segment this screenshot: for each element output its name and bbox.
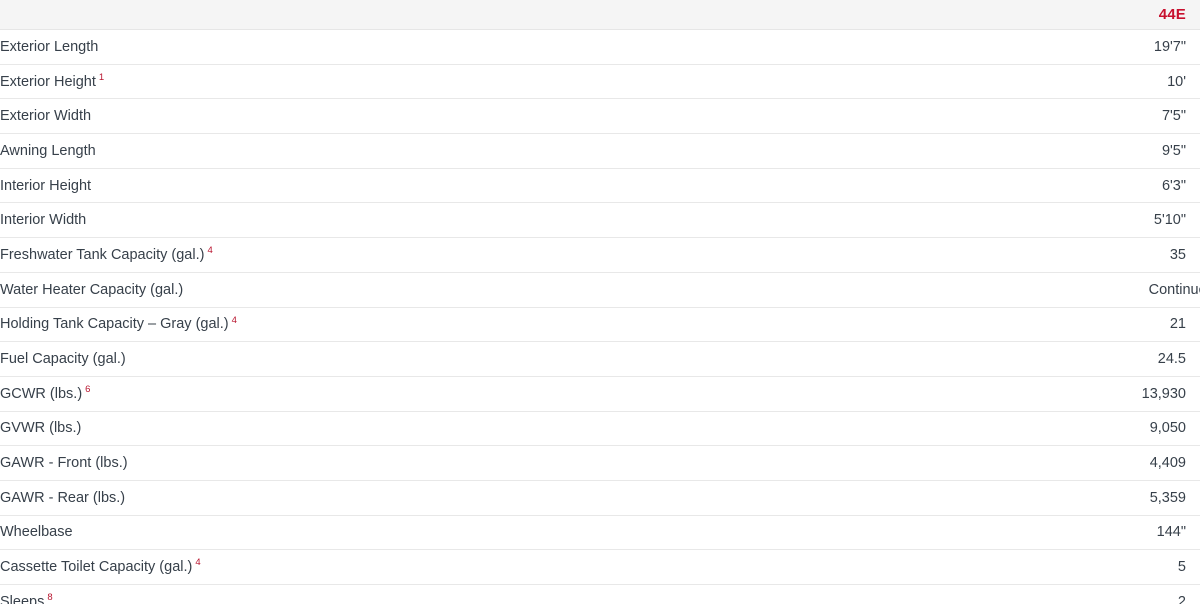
table-row: Exterior Length 19'7" (0, 29, 1200, 65)
spec-value-text: 9,050 (1149, 420, 1186, 437)
spec-label-cell: Water Heater Capacity (gal.) (0, 272, 1000, 308)
spec-label-cell: Exterior Height 1 (0, 64, 1000, 100)
spec-label-cell: Wheelbase (0, 515, 1000, 551)
table-header: 44E (0, 0, 1200, 30)
table-body: Exterior Length 19'7" Exterior Height 1 10' E… (0, 29, 1200, 604)
spec-value-cell: 6'3" (1000, 168, 1200, 204)
spec-label-text: GAWR - Front (lbs.) (0, 455, 128, 472)
spec-label-cell: Interior Width (0, 202, 1000, 239)
table-row: Awning Length 9'5" (0, 133, 1200, 169)
spec-label-text: Holding Tank Capacity – Gray (gal.) (0, 316, 229, 333)
spec-label-cell: Freshwater Tank Capacity (gal.) 4 (0, 237, 1000, 273)
spec-label-cell: Fuel Capacity (gal.) (0, 341, 1000, 377)
spec-value-text: 5 (1177, 559, 1186, 576)
spec-value-cell: 21 (1000, 307, 1200, 343)
spec-label-cell: Exterior Width (0, 98, 1000, 135)
spec-value-cell: 9'5" (1000, 133, 1200, 169)
spec-label-cell: Cassette Toilet Capacity (gal.) 4 (0, 549, 1000, 585)
spec-label-cell: Sleeps 8 (0, 584, 1000, 604)
spec-value-text: 6'3" (1161, 177, 1186, 194)
spec-value-cell: 9,050 (1000, 411, 1200, 447)
spec-value-cell: 35 (1000, 237, 1200, 273)
spec-label-text: GVWR (lbs.) (0, 420, 82, 437)
spec-name-column-header (0, 0, 1000, 30)
spec-value-text: 21 (1169, 316, 1186, 333)
spec-label-cell: Interior Height (0, 168, 1000, 204)
spec-label-text: GCWR (lbs.) (0, 385, 83, 402)
spec-label-text: GAWR - Rear (lbs.) (0, 489, 126, 506)
spec-value-text: 5'10" (1153, 212, 1186, 229)
spec-label-cell: Exterior Length (0, 29, 1000, 65)
spec-value-cell: 24.5 (1000, 341, 1200, 377)
specifications-table-viewport: 44E Exterior Length 19'7" Exterior Height 1… (0, 0, 1200, 604)
spec-value-text: 7'5" (1161, 108, 1186, 125)
spec-value-text: 13,930 (1141, 385, 1186, 402)
spec-label-text: Exterior Height (0, 73, 96, 90)
footnote-marker: 4 (207, 245, 213, 257)
spec-value-text: Continuous (1148, 281, 1200, 298)
table-row: GAWR - Rear (lbs.) 5,359 (0, 480, 1200, 516)
spec-value-text: 9'5" (1161, 142, 1186, 159)
spec-label-text: Freshwater Tank Capacity (gal.) (0, 246, 205, 263)
table-header-row: 44E (0, 0, 1200, 30)
spec-value-text: 4,409 (1149, 455, 1186, 472)
table-row: GCWR (lbs.) 6 13,930 (0, 376, 1200, 412)
spec-label-text: Awning Length (0, 142, 96, 159)
footnote-marker: 4 (231, 314, 237, 326)
spec-value-text: 5,359 (1149, 489, 1186, 506)
spec-label-text: Sleeps (0, 593, 45, 604)
spec-label-text: Cassette Toilet Capacity (gal.) (0, 559, 193, 576)
spec-value-cell: 19'7" (1000, 29, 1200, 65)
footnote-marker: 4 (195, 557, 201, 569)
spec-value-text: 35 (1169, 246, 1186, 263)
spec-label-cell: GAWR - Front (lbs.) (0, 445, 1000, 481)
table-row: Exterior Height 1 10' (0, 64, 1200, 100)
spec-value-text: 24.5 (1157, 351, 1186, 368)
spec-value-cell: 7'5" (1000, 98, 1200, 135)
table-row: Freshwater Tank Capacity (gal.) 4 35 (0, 237, 1200, 273)
footnote-marker: 8 (47, 592, 53, 604)
spec-value-cell: 13,930 (1000, 376, 1200, 412)
spec-label-text: Water Heater Capacity (gal.) (0, 281, 184, 298)
spec-value-text: 10' (1167, 73, 1186, 90)
spec-value-text: 19'7" (1153, 38, 1186, 55)
table-row: GAWR - Front (lbs.) 4,409 (0, 445, 1200, 481)
spec-label-cell: GVWR (lbs.) (0, 411, 1000, 447)
footnote-marker: 1 (98, 71, 105, 83)
spec-label-cell: Awning Length (0, 133, 1000, 169)
table-row: GVWR (lbs.) 9,050 (0, 411, 1200, 447)
table-row: Wheelbase 144" (0, 515, 1200, 551)
model-column-header: 44E (1000, 0, 1200, 30)
spec-label-cell: GCWR (lbs.) 6 (0, 376, 1000, 412)
spec-value-cell: 2 (1000, 584, 1200, 604)
spec-value-text: 2 (1177, 593, 1186, 604)
table-row: Fuel Capacity (gal.) 24.5 (0, 341, 1200, 377)
spec-label-text: Wheelbase (0, 524, 73, 541)
spec-label-cell: GAWR - Rear (lbs.) (0, 480, 1000, 516)
specifications-table: 44E Exterior Length 19'7" Exterior Height 1… (0, 0, 1200, 604)
footnote-marker: 6 (85, 383, 91, 395)
spec-value-cell: 5 (1000, 549, 1200, 585)
spec-value-cell: Continuous (1000, 272, 1200, 308)
spec-label-text: Exterior Length (0, 38, 99, 55)
spec-value-cell: 5'10" (1000, 202, 1200, 239)
table-row: Interior Height 6'3" (0, 168, 1200, 204)
table-row: Interior Width 5'10" (0, 202, 1200, 239)
table-row: Exterior Width 7'5" (0, 98, 1200, 135)
spec-value-cell: 144" (1000, 515, 1200, 551)
table-row: Water Heater Capacity (gal.) Continuous (0, 272, 1200, 308)
spec-value-cell: 10' (1000, 64, 1200, 100)
spec-value-text: 144" (1156, 524, 1186, 541)
spec-label-cell: Holding Tank Capacity – Gray (gal.) 4 (0, 307, 1000, 343)
spec-label-text: Exterior Width (0, 108, 92, 125)
spec-label-text: Interior Height (0, 177, 92, 194)
table-row: Cassette Toilet Capacity (gal.) 4 5 (0, 549, 1200, 585)
table-row: Holding Tank Capacity – Gray (gal.) 4 21 (0, 307, 1200, 343)
spec-label-text: Interior Width (0, 212, 87, 229)
spec-label-text: Fuel Capacity (gal.) (0, 351, 126, 368)
spec-value-cell: 5,359 (1000, 480, 1200, 516)
spec-value-cell: 4,409 (1000, 445, 1200, 481)
table-row: Sleeps 8 2 (0, 584, 1200, 604)
